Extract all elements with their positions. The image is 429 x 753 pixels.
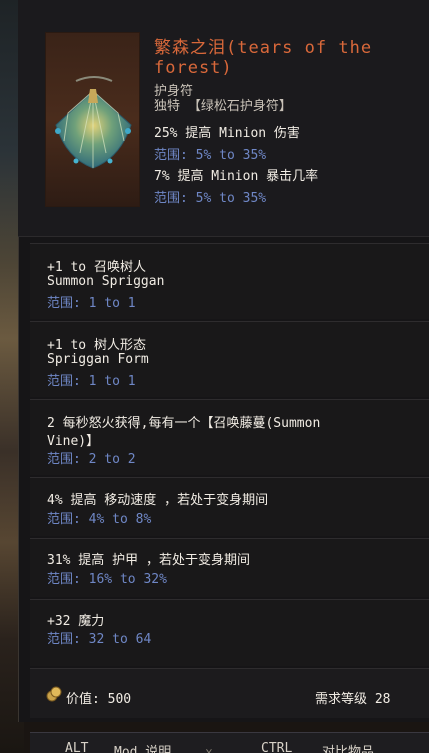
mod-6-line1: +32 魔力	[47, 614, 105, 629]
mod-1-range: 范围: 1 to 1	[47, 296, 136, 311]
implicit-mod-1-range: 范围: 5% to 35%	[154, 148, 267, 163]
mod-3-line1: 2 每秒怒火获得,每有一个【召唤藤蔓(Summon	[47, 416, 321, 431]
alt-key-hint: ALT	[65, 741, 89, 753]
mod-5-range: 范围: 16% to 32%	[47, 572, 167, 587]
item-level-requirement: 需求等级 28	[315, 692, 391, 707]
implicit-mod-2-range: 范围: 5% to 35%	[154, 191, 267, 206]
mod-2-range: 范围: 1 to 1	[47, 374, 136, 389]
mod-3-range: 范围: 2 to 2	[47, 452, 136, 467]
item-rarity: 独特 【绿松石护身符】	[154, 99, 292, 114]
mod-2-line2: Spriggan Form	[47, 352, 149, 367]
mod-5-line1: 31% 提高 护甲 ，若处于变身期间	[47, 553, 250, 568]
implicit-mod-2: 7% 提高 Minion 暴击几率	[154, 169, 319, 184]
mod-4-line1: 4% 提高 移动速度 ，若处于变身期间	[47, 493, 269, 508]
chevron-down-icon: ⌄	[205, 741, 213, 753]
amulet-item-icon	[45, 32, 140, 207]
implicit-mod-1: 25% 提高 Minion 伤害	[154, 126, 300, 141]
item-title: 繁森之泪(tears of the forest)	[154, 38, 373, 78]
mod-6-range: 范围: 32 to 64	[47, 632, 152, 647]
mod-1-line2: Summon Spriggan	[47, 274, 165, 289]
hint-bar: ALT Mod 说明 ⌄ CTRL 对比物品	[30, 732, 429, 753]
coin-icon	[46, 686, 62, 702]
mod-3-line2: Vine)】	[47, 434, 100, 449]
ctrl-key-hint: CTRL	[261, 741, 293, 753]
mod-2-line1: +1 to 树人形态	[47, 338, 146, 353]
alt-action-hint: Mod 说明	[114, 745, 172, 753]
item-value: 价值: 500	[66, 692, 132, 707]
ctrl-action-hint: 对比物品	[322, 745, 375, 753]
mod-1-line1: +1 to 召唤树人	[47, 260, 146, 275]
mod-4-range: 范围: 4% to 8%	[47, 512, 152, 527]
